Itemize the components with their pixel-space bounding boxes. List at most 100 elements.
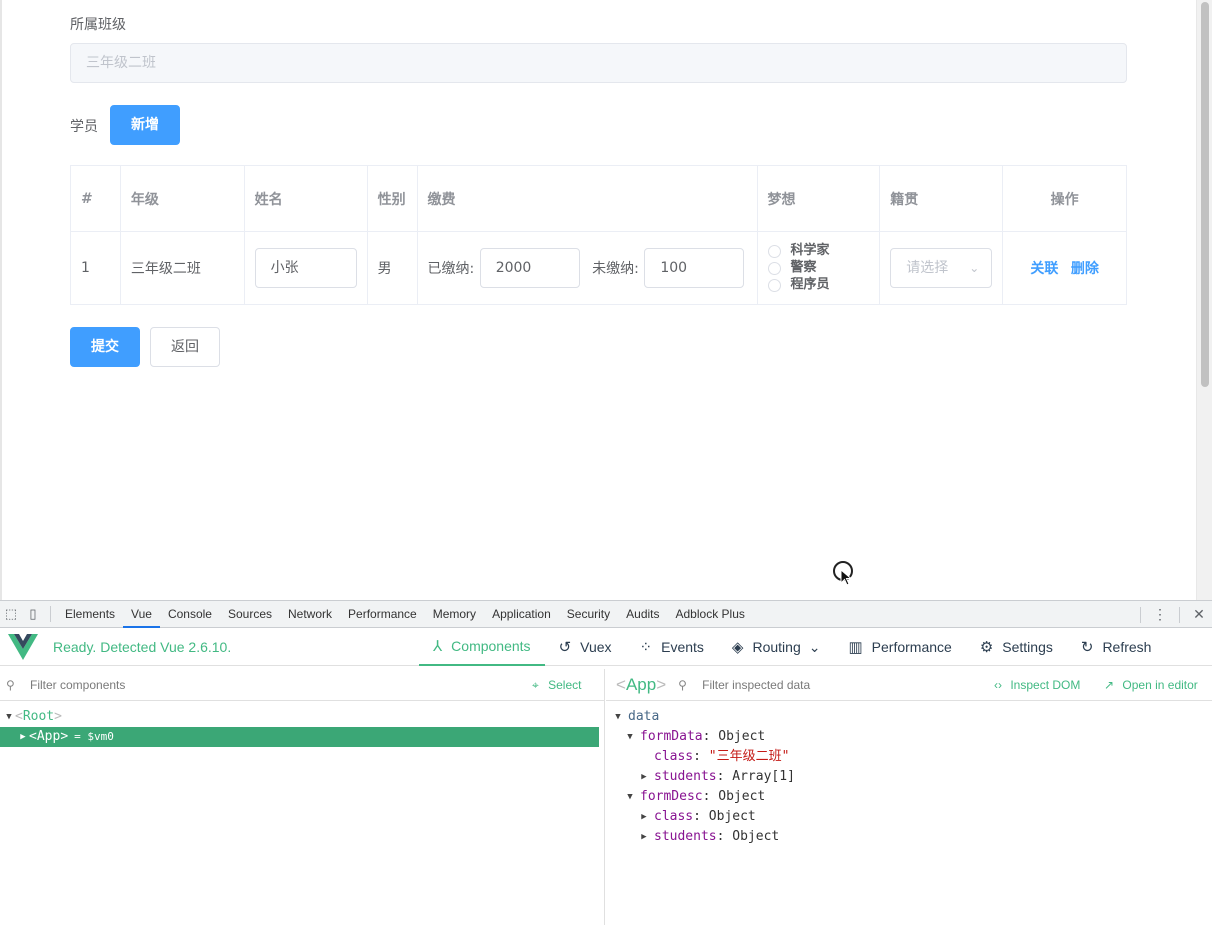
more-options-icon[interactable]: ⋮: [1147, 606, 1173, 623]
tab-memory[interactable]: Memory: [425, 601, 484, 628]
state-section-data[interactable]: ▼ data: [606, 707, 1212, 727]
tab-network[interactable]: Network: [280, 601, 340, 628]
state-row-formdesc[interactable]: ▼ formDesc: Object: [606, 787, 1212, 807]
expanded-triangle-icon[interactable]: ▼: [624, 727, 636, 747]
expanded-triangle-icon[interactable]: ▼: [624, 787, 636, 807]
devtools-panel: ⬚ ▯ Elements Vue Console Sources Network…: [0, 600, 1212, 925]
vue-tab-settings[interactable]: ⚙ Settings: [966, 628, 1067, 666]
vue-tab-label: Performance: [871, 639, 952, 655]
state-key: formDesc: [640, 789, 703, 804]
name-input[interactable]: 小张: [254, 248, 357, 288]
vue-tab-performance[interactable]: ▥ Performance: [834, 628, 965, 666]
vm-reference: = $vm0: [74, 730, 114, 743]
events-icon: ⁘: [639, 639, 653, 656]
filter-inspected-input[interactable]: Filter inspected data: [702, 678, 810, 692]
unpaid-input[interactable]: 100: [644, 248, 745, 288]
vue-tab-events[interactable]: ⁘ Events: [626, 628, 718, 666]
unpaid-label: 未缴纳:: [592, 261, 639, 277]
vue-tab-components[interactable]: ⅄ Components: [419, 628, 545, 666]
tab-adblock-plus[interactable]: Adblock Plus: [668, 601, 753, 628]
collapsed-triangle-icon[interactable]: ▶: [17, 727, 29, 747]
radio-scientist[interactable]: 科学家: [767, 243, 870, 259]
header-origin: 籍贯: [879, 165, 1004, 232]
vue-panes: ⚲ Filter components ⌖ Select ▼ < Root > ▶ …: [0, 669, 1212, 925]
vue-refresh-button[interactable]: ↻ Refresh: [1067, 628, 1166, 666]
vue-status-text: Ready. Detected Vue 2.6.10.: [53, 638, 232, 655]
inspect-dom-button[interactable]: ‹› Inspect DOM: [994, 669, 1080, 701]
state-value: Object: [718, 729, 766, 744]
link-button[interactable]: 关联: [1030, 261, 1058, 277]
inspect-element-icon[interactable]: ⬚: [0, 606, 22, 622]
radio-programmer[interactable]: 程序员: [767, 277, 870, 293]
paid-input[interactable]: 2000: [479, 248, 580, 288]
target-icon: ⌖: [532, 678, 539, 692]
tab-performance[interactable]: Performance: [340, 601, 425, 628]
cell-actions: 关联 删除: [1002, 231, 1127, 305]
scrollbar-thumb[interactable]: [1201, 2, 1209, 387]
open-in-editor-button[interactable]: ↗ Open in editor: [1104, 669, 1198, 701]
radio-label: 科学家: [790, 243, 830, 258]
components-icon: ⅄: [433, 638, 443, 655]
refresh-icon: ↻: [1080, 639, 1094, 656]
section-label: data: [628, 709, 660, 724]
tab-security[interactable]: Security: [559, 601, 618, 628]
expanded-triangle-icon[interactable]: ▼: [3, 707, 15, 727]
radio-police[interactable]: 警察: [767, 260, 870, 276]
device-toggle-icon[interactable]: ▯: [22, 606, 44, 622]
tab-application[interactable]: Application: [484, 601, 559, 628]
cell-dream: 科学家 警察 程序员: [756, 231, 881, 305]
open-in-editor-label: Open in editor: [1122, 678, 1198, 692]
filter-components-input[interactable]: Filter components: [30, 678, 125, 692]
cell-name: 小张: [243, 231, 368, 305]
state-key: students: [654, 769, 717, 784]
select-component-button[interactable]: ⌖ Select: [532, 669, 581, 701]
header-gender: 性别: [366, 165, 418, 232]
state-row-formdata[interactable]: ▼ formData: Object: [606, 727, 1212, 747]
chevron-down-icon: ⌄: [808, 638, 821, 655]
code-icon: ‹›: [994, 678, 1002, 692]
vue-tab-label: Refresh: [1102, 639, 1152, 655]
state-row-desc-class[interactable]: ▶ class: Object: [606, 807, 1212, 827]
tag-bracket: >: [60, 729, 69, 744]
close-icon[interactable]: ✕: [1186, 606, 1212, 623]
collapsed-triangle-icon[interactable]: ▶: [638, 827, 650, 847]
back-button[interactable]: 返回: [150, 327, 220, 367]
tag-bracket: <: [15, 709, 23, 724]
divider: [1140, 606, 1141, 623]
collapsed-triangle-icon[interactable]: ▶: [638, 767, 650, 787]
devtools-tabbar: ⬚ ▯ Elements Vue Console Sources Network…: [0, 601, 1212, 628]
origin-select[interactable]: 请选择 ⌄: [890, 248, 993, 288]
add-student-button[interactable]: 新增: [110, 105, 180, 145]
tag-bracket: <: [29, 729, 37, 744]
radio-circle-icon[interactable]: [767, 278, 781, 292]
radio-circle-icon[interactable]: [767, 261, 781, 275]
tab-vue[interactable]: Vue: [123, 601, 160, 628]
state-row-students[interactable]: ▶ students: Array[1]: [606, 767, 1212, 787]
page-scrollbar[interactable]: [1196, 0, 1212, 600]
vue-nav: ⅄ Components ↺ Vuex ⁘ Events ◈ Routing ⌄…: [419, 628, 1165, 666]
delete-button[interactable]: 删除: [1071, 261, 1099, 277]
vue-tab-vuex[interactable]: ↺ Vuex: [545, 628, 626, 666]
header-fee: 缴费: [416, 165, 758, 232]
tab-sources[interactable]: Sources: [220, 601, 280, 628]
tree-node-label: App: [36, 729, 61, 744]
tag-bracket: >: [54, 709, 62, 724]
tab-audits[interactable]: Audits: [618, 601, 667, 628]
expanded-triangle-icon[interactable]: ▼: [612, 707, 624, 727]
vue-devtools-toolbar: Ready. Detected Vue 2.6.10. ⅄ Components…: [0, 628, 1212, 666]
submit-button[interactable]: 提交: [70, 327, 140, 367]
tree-node-app[interactable]: ▶ < App > = $vm0: [0, 727, 599, 747]
state-row-desc-students[interactable]: ▶ students: Object: [606, 827, 1212, 847]
state-value: Object: [732, 829, 780, 844]
header-name: 姓名: [243, 165, 368, 232]
collapsed-triangle-icon[interactable]: ▶: [638, 807, 650, 827]
state-row-class[interactable]: class: "三年级二班": [606, 747, 1212, 767]
radio-circle-icon[interactable]: [767, 244, 781, 258]
state-key: class: [654, 809, 694, 824]
dream-radio-group: 科学家 警察 程序员: [767, 243, 870, 293]
tab-elements[interactable]: Elements: [57, 601, 123, 628]
state-value: Array[1]: [732, 769, 795, 784]
tab-console[interactable]: Console: [160, 601, 220, 628]
vue-tab-routing[interactable]: ◈ Routing ⌄: [718, 628, 835, 666]
tree-node-root[interactable]: ▼ < Root >: [0, 707, 604, 727]
